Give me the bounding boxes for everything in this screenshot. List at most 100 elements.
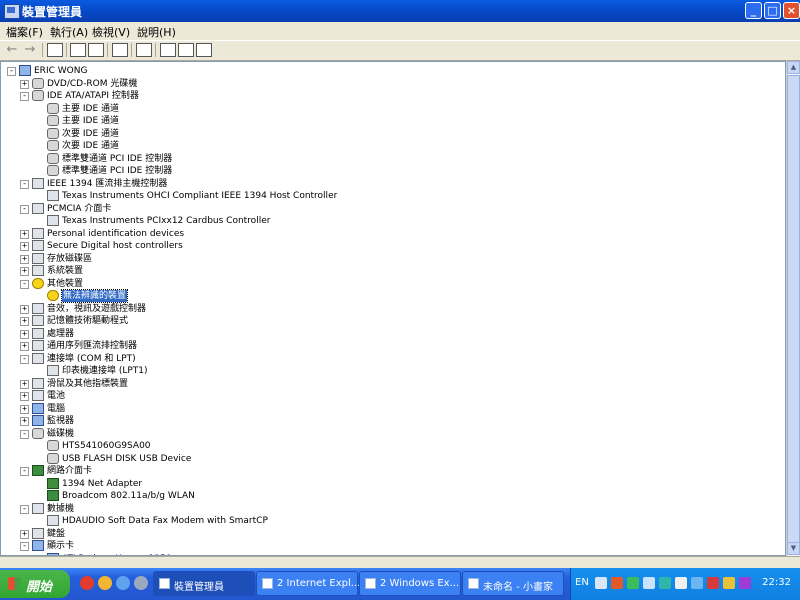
- tree-device[interactable]: HDAUDIO Soft Data Fax Modem with SmartCP: [1, 515, 781, 527]
- expand-icon[interactable]: +: [20, 329, 29, 339]
- scroll-up-icon[interactable]: ▲: [787, 61, 800, 74]
- menu-view[interactable]: 檢視(V): [92, 24, 130, 40]
- tree-category[interactable]: + Personal identification devices: [1, 227, 781, 240]
- scroll-down-icon[interactable]: ▼: [787, 542, 800, 555]
- tree-category[interactable]: + 通用序列匯流排控制器: [1, 340, 781, 352]
- scrollbar-thumb[interactable]: [787, 75, 800, 543]
- scan-hardware-icon[interactable]: [136, 43, 152, 57]
- expand-icon[interactable]: +: [20, 417, 29, 426]
- collapse-icon[interactable]: -: [20, 354, 29, 364]
- tree-device[interactable]: 主要 IDE 通道: [1, 115, 781, 127]
- tree-category[interactable]: + 系統裝置: [1, 265, 781, 277]
- tree-category[interactable]: + 監視器: [1, 415, 781, 427]
- tree-root[interactable]: - ERIC WONG: [1, 65, 781, 77]
- antivirus-icon[interactable]: [611, 577, 623, 589]
- expand-icon[interactable]: +: [20, 342, 29, 351]
- tree-device[interactable]: USB FLASH DISK USB Device: [1, 452, 781, 465]
- tree-category[interactable]: - 顯示卡: [1, 540, 781, 552]
- tree-device[interactable]: 次要 IDE 通道: [1, 140, 781, 152]
- tree-device[interactable]: 標準雙通道 PCI IDE 控制器: [1, 165, 781, 177]
- bluetooth-icon[interactable]: [643, 577, 655, 589]
- keyboard-layout-icon[interactable]: [595, 577, 607, 589]
- uninstall-device-icon[interactable]: [196, 43, 212, 57]
- print-icon[interactable]: [88, 43, 104, 57]
- tree-category[interactable]: + 滑鼠及其他指標裝置: [1, 377, 781, 390]
- collapse-icon[interactable]: -: [20, 92, 29, 101]
- title-bar[interactable]: 裝置管理員 _ □ ×: [0, 0, 800, 22]
- expand-icon[interactable]: +: [20, 404, 29, 414]
- close-button[interactable]: ×: [783, 2, 800, 19]
- show-hide-console-tree-icon[interactable]: [47, 43, 63, 57]
- power-icon[interactable]: [691, 577, 703, 589]
- device-tree[interactable]: - ERIC WONG + DVD/CD-ROM 光碟機 - IDE ATA/ATAPI …: [0, 61, 786, 556]
- menu-file[interactable]: 檔案(F): [6, 24, 43, 40]
- volume-icon[interactable]: [723, 577, 735, 589]
- tree-device[interactable]: 印表機連接埠 (LPT1): [1, 365, 781, 377]
- tree-category[interactable]: + 鍵盤: [1, 527, 781, 540]
- expand-icon[interactable]: +: [20, 529, 29, 539]
- tree-category[interactable]: - 網路介面卡: [1, 465, 781, 477]
- tree-category[interactable]: + 電池: [1, 390, 781, 402]
- safely-remove-hardware-icon[interactable]: [675, 577, 687, 589]
- tree-category[interactable]: + 處理器: [1, 327, 781, 340]
- tree-category[interactable]: - PCMCIA 介面卡: [1, 202, 781, 215]
- collapse-icon[interactable]: -: [20, 279, 29, 289]
- media-player-icon[interactable]: [98, 576, 112, 590]
- tree-category[interactable]: + Secure Digital host controllers: [1, 240, 781, 252]
- tree-category[interactable]: + 電腦: [1, 402, 781, 415]
- tree-category[interactable]: - 磁碟機: [1, 427, 781, 440]
- clock[interactable]: 22:32: [762, 577, 791, 588]
- expand-icon[interactable]: +: [20, 304, 29, 314]
- back-arrow-icon[interactable]: ←: [4, 43, 20, 57]
- opera-icon[interactable]: [80, 576, 94, 590]
- start-button[interactable]: 開始: [0, 570, 70, 598]
- menu-help[interactable]: 說明(H): [137, 24, 176, 40]
- menu-action[interactable]: 執行(A): [50, 24, 88, 40]
- collapse-icon[interactable]: -: [20, 179, 29, 189]
- tree-device[interactable]: 次要 IDE 通道: [1, 127, 781, 140]
- task-internet-explorer[interactable]: 2 Internet Expl...: [256, 571, 360, 596]
- collapse-icon[interactable]: -: [20, 204, 29, 214]
- expand-icon[interactable]: +: [20, 317, 29, 326]
- tree-device[interactable]: Texas Instruments PCIxx12 Cardbus Contro…: [1, 215, 781, 227]
- tree-device[interactable]: 1394 Net Adapter: [1, 477, 781, 490]
- disable-device-icon[interactable]: [178, 43, 194, 57]
- tree-category[interactable]: - IDE ATA/ATAPI 控制器: [1, 90, 781, 102]
- expand-icon[interactable]: +: [20, 254, 29, 264]
- collapse-icon[interactable]: -: [20, 467, 29, 476]
- tree-category[interactable]: - 數據機: [1, 502, 781, 515]
- tree-device[interactable]: 主要 IDE 通道: [1, 102, 781, 115]
- maximize-button[interactable]: □: [764, 2, 781, 19]
- forward-arrow-icon[interactable]: →: [22, 43, 38, 57]
- tree-device[interactable]: 標準雙通道 PCI IDE 控制器: [1, 152, 781, 165]
- tree-device[interactable]: HTS541060G9SA00: [1, 440, 781, 452]
- task-windows-explorer[interactable]: 2 Windows Ex...: [359, 571, 461, 596]
- expand-icon[interactable]: +: [20, 267, 29, 276]
- collapse-icon[interactable]: -: [20, 542, 29, 551]
- language-indicator[interactable]: EN: [575, 577, 589, 588]
- network-icon[interactable]: [627, 577, 639, 589]
- tree-category[interactable]: + DVD/CD-ROM 光碟機: [1, 77, 781, 90]
- expand-icon[interactable]: +: [20, 79, 29, 89]
- tree-category[interactable]: + 存放磁碟區: [1, 252, 781, 265]
- tree-device[interactable]: 無法辨識的裝置: [1, 289, 781, 303]
- internet-explorer-icon[interactable]: [116, 576, 130, 590]
- tree-category[interactable]: + 記憶體技術驅動程式: [1, 315, 781, 327]
- tree-device[interactable]: Texas Instruments OHCI Compliant IEEE 13…: [1, 190, 781, 202]
- security-icon[interactable]: [707, 577, 719, 589]
- tree-category[interactable]: + 音效，視訊及遊戲控制器: [1, 302, 781, 315]
- task-device-manager[interactable]: 裝置管理員: [153, 571, 255, 596]
- properties-icon[interactable]: [70, 43, 86, 57]
- collapse-icon[interactable]: -: [7, 67, 16, 76]
- update-driver-icon[interactable]: [160, 43, 176, 57]
- collapse-icon[interactable]: -: [20, 504, 29, 514]
- task-paint[interactable]: 未命名 - 小畫家: [462, 571, 564, 596]
- expand-icon[interactable]: +: [20, 379, 29, 389]
- expand-icon[interactable]: +: [20, 392, 29, 401]
- minimize-button[interactable]: _: [745, 2, 762, 19]
- tree-device[interactable]: Broadcom 802.11a/b/g WLAN: [1, 490, 781, 502]
- tree-category[interactable]: - 其他裝置: [1, 277, 781, 290]
- vertical-scrollbar[interactable]: ▲ ▼: [786, 61, 800, 556]
- collapse-icon[interactable]: -: [20, 429, 29, 439]
- tree-category[interactable]: - 連接埠 (COM 和 LPT): [1, 352, 781, 365]
